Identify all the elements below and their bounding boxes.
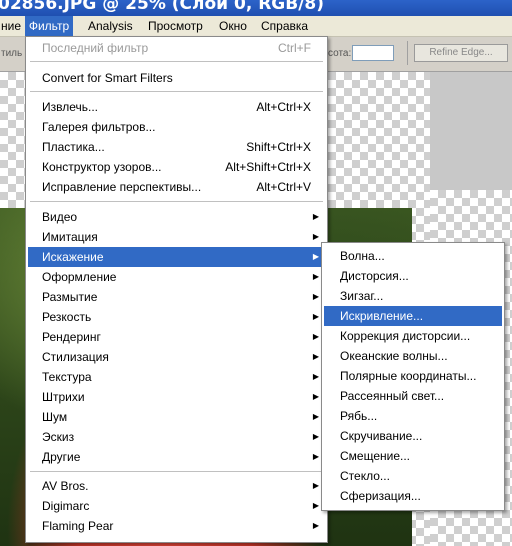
menu-item-noise[interactable]: Шум ▶: [28, 407, 325, 427]
submenu-item-polar-coordinates[interactable]: Полярные координаты...: [324, 366, 502, 386]
height-label: сота:: [328, 48, 352, 59]
window-title: 02856.JPG @ 25% (Слой 0, RGB/8): [0, 0, 325, 14]
options-divider: [407, 41, 408, 65]
menu-filter[interactable]: Фильтр: [25, 16, 73, 36]
submenu-arrow-icon: ▶: [312, 232, 319, 241]
menu-item-pattern-maker[interactable]: Конструктор узоров... Alt+Shift+Ctrl+X: [28, 157, 325, 177]
menu-item-stylize[interactable]: Стилизация ▶: [28, 347, 325, 367]
menu-separator: [30, 471, 323, 472]
refine-edge-button[interactable]: Refine Edge...: [414, 44, 508, 62]
menu-item-liquify[interactable]: Пластика... Shift+Ctrl+X: [28, 137, 325, 157]
menu-item-blur[interactable]: Размытие ▶: [28, 287, 325, 307]
menu-analysis[interactable]: Analysis: [83, 16, 138, 36]
menu-separator: [30, 201, 323, 202]
menu-separator: [30, 61, 323, 62]
menu-separator: [30, 91, 323, 92]
distort-submenu: Волна... Дисторсия... Зигзаг... Искривле…: [321, 242, 505, 511]
menu-bar: ние Фильтр Analysis Просмотр Окно Справк…: [0, 16, 512, 37]
submenu-item-shear[interactable]: Искривление...: [324, 306, 502, 326]
submenu-item-glass[interactable]: Стекло...: [324, 466, 502, 486]
menu-item-other[interactable]: Другие ▶: [28, 447, 325, 467]
menu-item-sketch-design[interactable]: Оформление ▶: [28, 267, 325, 287]
submenu-arrow-icon: ▶: [312, 432, 319, 441]
menu-help[interactable]: Справка: [256, 16, 313, 36]
menu-item-sharpen[interactable]: Резкость ▶: [28, 307, 325, 327]
submenu-arrow-icon: ▶: [312, 332, 319, 341]
submenu-item-lens-correction[interactable]: Коррекция дисторсии...: [324, 326, 502, 346]
submenu-arrow-icon: ▶: [312, 412, 319, 421]
menu-item-brush-strokes[interactable]: Штрихи ▶: [28, 387, 325, 407]
submenu-item-displace[interactable]: Смещение...: [324, 446, 502, 466]
submenu-arrow-icon: ▶: [312, 272, 319, 281]
filter-menu: Последний фильтр Ctrl+F Convert for Smar…: [25, 36, 328, 543]
submenu-arrow-icon: ▶: [312, 481, 319, 490]
submenu-arrow-icon: ▶: [312, 252, 319, 261]
menu-item-extract[interactable]: Извлечь... Alt+Ctrl+X: [28, 97, 325, 117]
submenu-arrow-icon: ▶: [312, 501, 319, 510]
menu-item-video[interactable]: Видео ▶: [28, 207, 325, 227]
submenu-item-ripple[interactable]: Рябь...: [324, 406, 502, 426]
submenu-arrow-icon: ▶: [312, 352, 319, 361]
menu-item-digimarc[interactable]: Digimarc ▶: [28, 496, 325, 516]
height-input[interactable]: [352, 45, 394, 61]
submenu-arrow-icon: ▶: [312, 392, 319, 401]
submenu-arrow-icon: ▶: [312, 292, 319, 301]
menu-item-artistic[interactable]: Имитация ▶: [28, 227, 325, 247]
submenu-item-zigzag[interactable]: Зигзаг...: [324, 286, 502, 306]
submenu-item-distortion[interactable]: Дисторсия...: [324, 266, 502, 286]
menu-item-vanishing-point[interactable]: Исправление перспективы... Alt+Ctrl+V: [28, 177, 325, 197]
menu-item-texture[interactable]: Текстура ▶: [28, 367, 325, 387]
menu-image[interactable]: ние: [0, 16, 26, 36]
submenu-arrow-icon: ▶: [312, 312, 319, 321]
menu-item-av-bros[interactable]: AV Bros. ▶: [28, 476, 325, 496]
window-title-bar: 02856.JPG @ 25% (Слой 0, RGB/8): [0, 0, 512, 16]
menu-item-convert-smart-filters[interactable]: Convert for Smart Filters: [28, 68, 325, 88]
menu-item-render[interactable]: Рендеринг ▶: [28, 327, 325, 347]
menu-item-sketch[interactable]: Эскиз ▶: [28, 427, 325, 447]
submenu-item-ocean-ripple[interactable]: Океанские волны...: [324, 346, 502, 366]
submenu-arrow-icon: ▶: [312, 521, 319, 530]
menu-item-last-filter: Последний фильтр Ctrl+F: [42, 41, 311, 55]
submenu-item-spherize[interactable]: Сферизация...: [324, 486, 502, 506]
submenu-arrow-icon: ▶: [312, 212, 319, 221]
submenu-arrow-icon: ▶: [312, 372, 319, 381]
submenu-arrow-icon: ▶: [312, 452, 319, 461]
style-label: тиль: [1, 48, 23, 59]
submenu-item-wave[interactable]: Волна...: [324, 246, 502, 266]
menu-view[interactable]: Просмотр: [143, 16, 208, 36]
menu-window[interactable]: Окно: [214, 16, 252, 36]
menu-item-distort[interactable]: Искажение ▶: [28, 247, 325, 267]
menu-item-filter-gallery[interactable]: Галерея фильтров...: [28, 117, 325, 137]
submenu-item-twirl[interactable]: Скручивание...: [324, 426, 502, 446]
submenu-item-diffuse-glow[interactable]: Рассеянный свет...: [324, 386, 502, 406]
menu-item-flaming-pear[interactable]: Flaming Pear ▶: [28, 516, 325, 536]
